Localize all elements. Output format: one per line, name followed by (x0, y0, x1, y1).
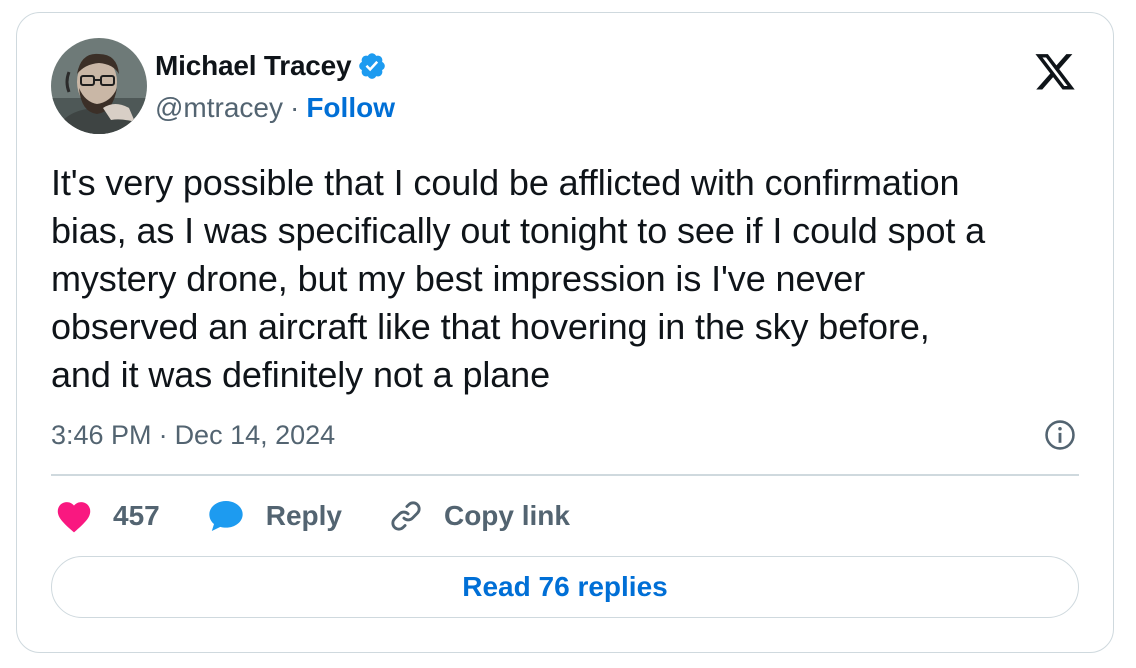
x-logo-icon[interactable] (1033, 50, 1077, 90)
info-icon[interactable] (1043, 418, 1077, 452)
action-bar: 457 Reply Copy link (55, 495, 616, 537)
like-count: 457 (113, 500, 160, 531)
tweet-embed-card: Michael Tracey @mtracey · Follow It's ve… (16, 12, 1114, 653)
copy-link-label: Copy link (443, 500, 570, 531)
read-replies-button[interactable]: Read 76 replies (51, 556, 1079, 618)
verified-badge-icon (357, 51, 387, 81)
author-name[interactable]: Michael Tracey (155, 50, 352, 82)
timestamp-separator: · (158, 419, 168, 450)
copy-link-button[interactable]: Copy link (388, 498, 570, 534)
author-handle-row: @mtracey · Follow (155, 91, 395, 125)
heart-icon (57, 502, 91, 533)
reply-bubble-icon (209, 501, 243, 531)
tweet-date: Dec 14, 2024 (174, 419, 336, 450)
tweet-time: 3:46 PM (51, 419, 152, 450)
reply-label: Reply (265, 500, 342, 531)
reply-button[interactable]: Reply (206, 499, 342, 533)
author-name-row: Michael Tracey (155, 49, 387, 83)
handle-separator: · (290, 92, 300, 123)
follow-button[interactable]: Follow (306, 92, 395, 124)
link-icon (391, 501, 421, 531)
avatar[interactable] (51, 38, 147, 134)
tweet-text: It's very possible that I could be affli… (51, 162, 986, 395)
divider (51, 474, 1079, 476)
tweet-timestamp[interactable]: 3:46 PM · Dec 14, 2024 (51, 415, 335, 455)
author-handle[interactable]: @mtracey (155, 92, 283, 124)
like-button[interactable]: 457 (55, 499, 160, 533)
